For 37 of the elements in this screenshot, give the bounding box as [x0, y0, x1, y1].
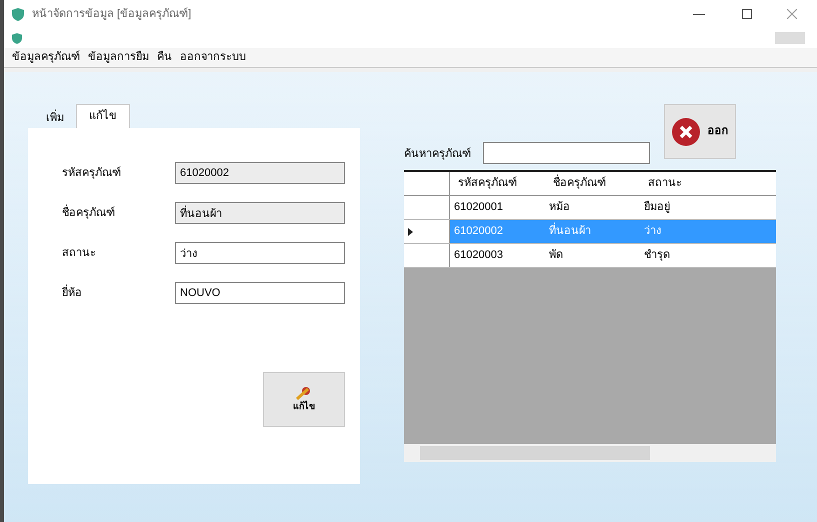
table-row[interactable]: 61020001 หม้อ ยืมอยู่	[404, 196, 776, 220]
table-cell-text: 61020001	[453, 200, 504, 216]
column-header[interactable]: สถานะ	[640, 172, 776, 195]
tab[interactable]: เพิ่ม	[34, 108, 76, 128]
table-cell-text: ชำรุด	[643, 248, 671, 264]
row-pointer-icon	[408, 228, 413, 236]
column-header[interactable]: ชื่อครุภัณฑ์	[545, 172, 640, 195]
shield-icon	[12, 8, 24, 20]
table-cell-text: พัด	[548, 248, 564, 264]
close-button[interactable]: ออก	[664, 104, 736, 159]
close-icon[interactable]	[787, 9, 797, 19]
search-label: ค้นหาครุภัณฑ์	[404, 146, 471, 162]
input-field[interactable]: NOUVO	[175, 282, 345, 304]
menu-item[interactable]: ข้อมูลการยืม	[88, 49, 149, 66]
horizontal-scrollbar[interactable]	[404, 444, 776, 462]
search-field[interactable]	[483, 142, 650, 164]
table-cell-text: ยืมอยู่	[643, 200, 671, 216]
shield-icon	[12, 32, 22, 44]
table-cell-text: 61020002	[453, 224, 504, 240]
column-header[interactable]: รหัสครุภัณฑ์	[450, 172, 545, 195]
menu-item[interactable]: ข้อมูลครุภัณฑ์	[12, 49, 80, 66]
table-row[interactable]: 61020003 พัด ชำรุด	[404, 244, 776, 268]
field-label: รหัสครุภัณฑ์	[62, 166, 122, 181]
table-cell: ที่นอนผ้า	[545, 220, 640, 243]
table-cell-text: ว่าง	[643, 224, 662, 240]
tab[interactable]: แก้ไข	[76, 104, 130, 128]
menu-item[interactable]: คืน	[157, 49, 172, 66]
field-label: ยี่ห้อ	[62, 284, 83, 301]
window-title: หน้าจัดการข้อมูล [ข้อมูลครุภัณฑ์]	[32, 6, 192, 22]
menu-item[interactable]: ออกจากระบบ	[180, 49, 246, 66]
edit-button[interactable]: แก้ไข	[263, 372, 345, 427]
table-cell-text: 61020003	[453, 248, 504, 264]
field-label: สถานะ	[62, 246, 97, 261]
input-field[interactable]: ว่าง	[175, 242, 345, 264]
table-cell-text: หม้อ	[548, 200, 571, 216]
field-label: ชื่อครุภัณฑ์	[62, 204, 116, 221]
close-icon	[672, 118, 700, 146]
